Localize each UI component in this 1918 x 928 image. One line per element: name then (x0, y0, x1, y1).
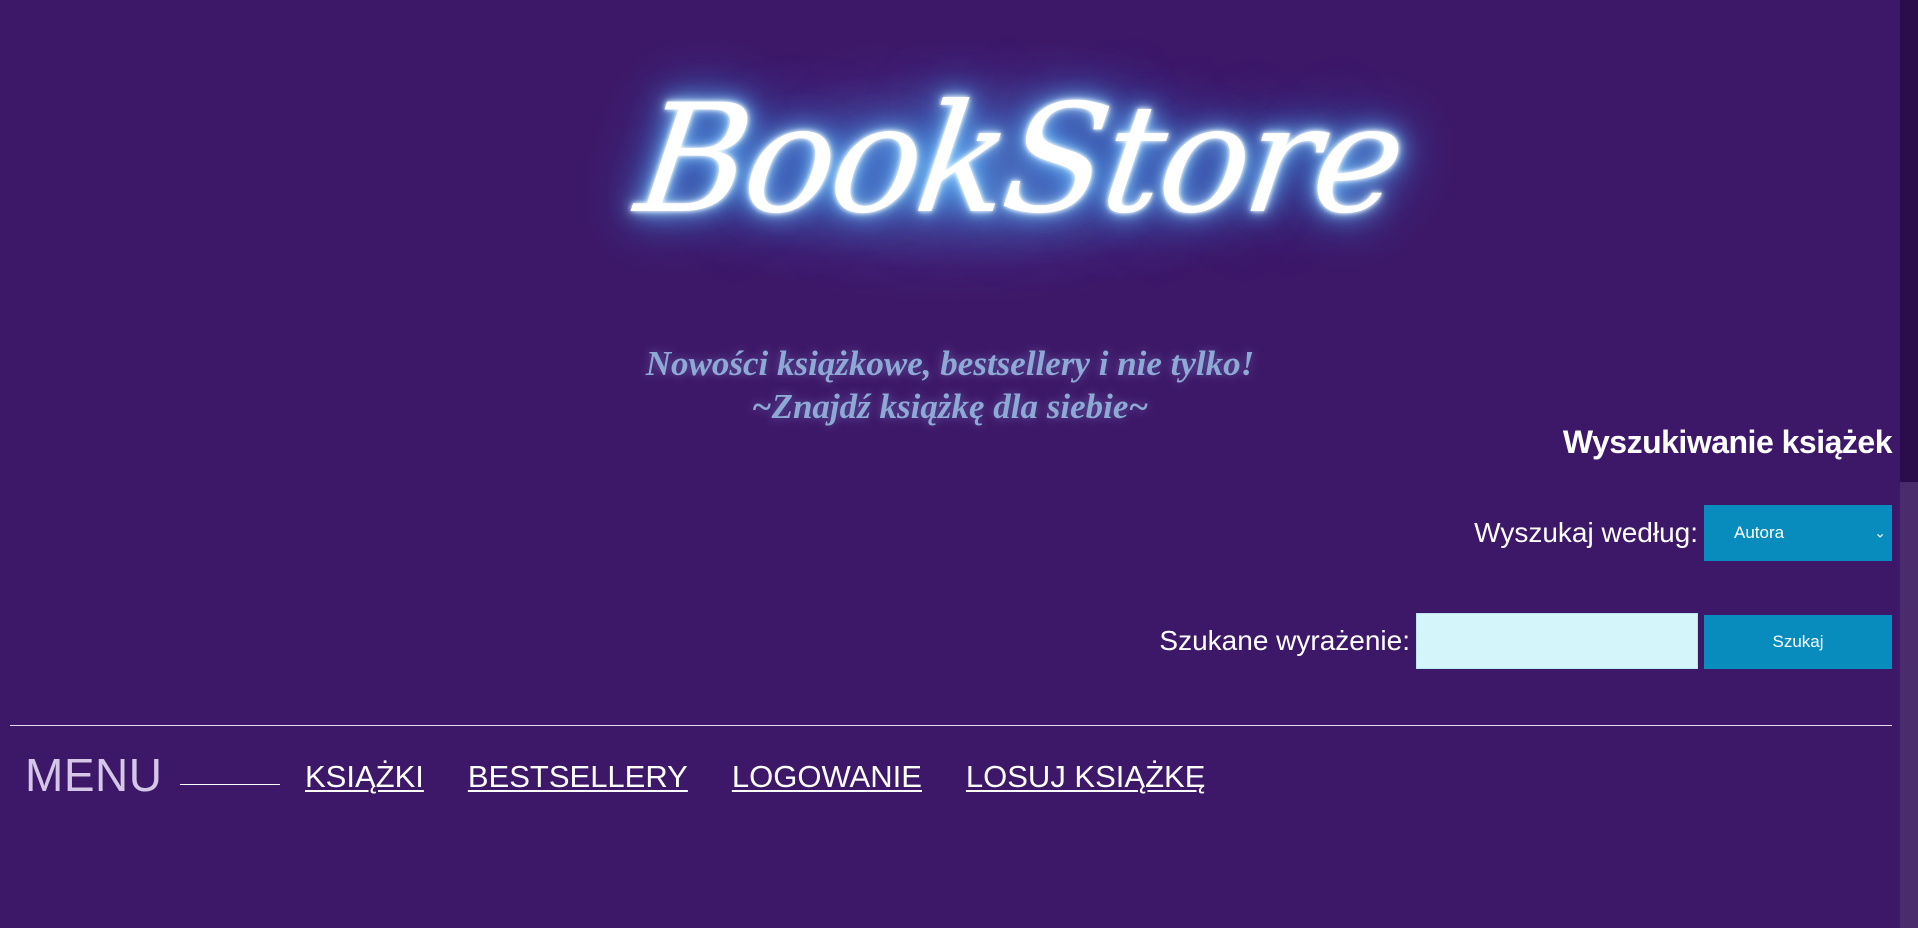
search-by-select[interactable]: Autora ⌄ (1704, 505, 1892, 561)
search-by-row: Wyszukaj według: Autora ⌄ (1474, 505, 1892, 561)
menu-links: KSIĄŻKI BESTSELLERY LOGOWANIE LOSUJ KSIĄ… (305, 759, 1205, 795)
tagline-line-1: Nowości książkowe, bestsellery i nie tyl… (645, 344, 1255, 383)
menu-link-bestsellers[interactable]: BESTSELLERY (468, 759, 688, 795)
menu-link-login[interactable]: LOGOWANIE (732, 759, 922, 795)
scrollbar-thumb[interactable] (1900, 482, 1918, 928)
scrollbar[interactable] (1900, 0, 1918, 928)
menu-link-books[interactable]: KSIĄŻKI (305, 759, 424, 795)
search-term-label: Szukane wyrażenie: (1159, 625, 1410, 656)
search-term-row: Szukane wyrażenie: Szukaj (1159, 612, 1892, 670)
search-button[interactable]: Szukaj (1704, 615, 1892, 669)
site-logo[interactable]: BookStore (626, 60, 1412, 260)
chevron-down-icon: ⌄ (1874, 524, 1886, 541)
tagline-line-2: ~Znajdź książkę dla siebie~ (751, 387, 1149, 426)
page: BookStore Nowości książkowe, bestsellery… (0, 0, 1918, 928)
tagline: Nowości książkowe, bestsellery i nie tyl… (560, 342, 1340, 428)
search-by-selected-value: Autora (1734, 523, 1785, 542)
divider (10, 725, 1892, 726)
search-term-input[interactable] (1416, 613, 1698, 669)
search-by-label: Wyszukaj według: (1474, 517, 1698, 548)
menu-line (180, 784, 280, 785)
menu-title: MENU (25, 749, 163, 801)
menu-link-random-book[interactable]: LOSUJ KSIĄŻKĘ (966, 759, 1205, 795)
search-panel-title: Wyszukiwanie książek (1562, 424, 1893, 460)
